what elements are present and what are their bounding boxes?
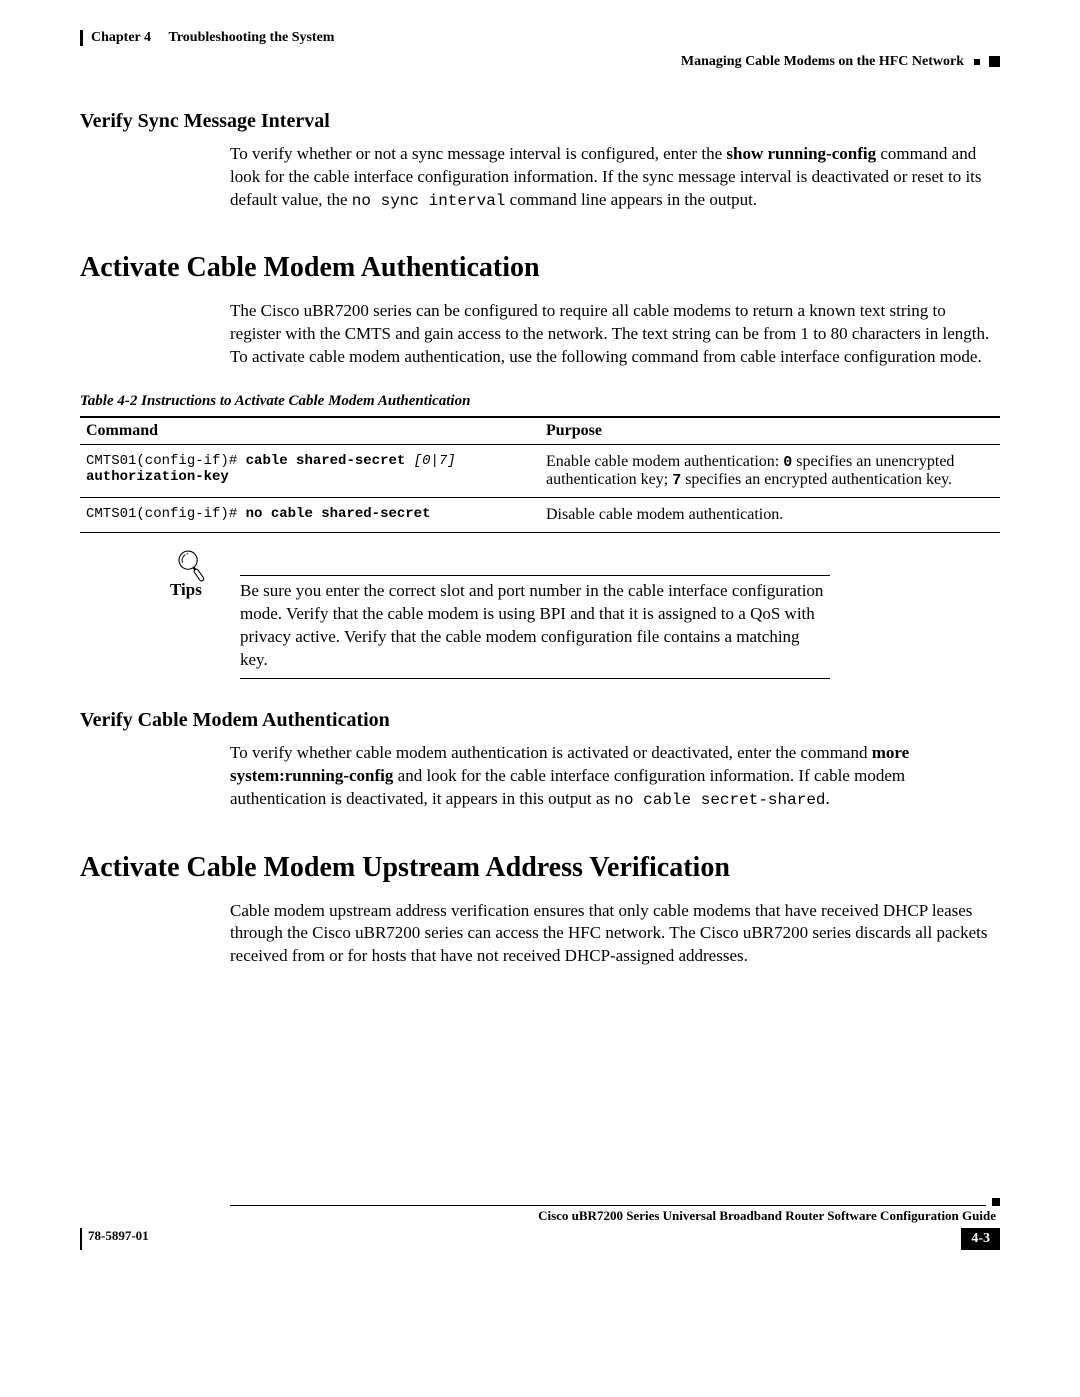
footer-page-number: 4-3 — [961, 1228, 1000, 1250]
chapter-label: Chapter 4 — [91, 30, 151, 45]
para-activate-auth: The Cisco uBR7200 series can be configur… — [230, 300, 1000, 369]
tips-divider — [240, 678, 830, 679]
table-caption: Table 4-2 Instructions to Activate Cable… — [80, 393, 1000, 410]
table-row: CMTS01(config-if)# cable shared-secret [… — [80, 445, 1000, 498]
th-command: Command — [80, 417, 540, 445]
tips-block: 🔎︎ Tips Be sure you enter the correct sl… — [170, 553, 830, 679]
th-purpose: Purpose — [540, 417, 1000, 445]
table-header-row: Command Purpose — [80, 417, 1000, 445]
page-footer: Cisco uBR7200 Series Universal Broadband… — [80, 1198, 1000, 1250]
purpose-cell: Enable cable modem authentication: 0 spe… — [540, 445, 1000, 498]
cmd-cell: CMTS01(config-if)# no cable shared-secre… — [80, 498, 540, 533]
footer-doc-number: 78-5897-01 — [80, 1228, 149, 1250]
heading-activate-auth: Activate Cable Modem Authentication — [80, 252, 1000, 284]
heading-activate-upstream: Activate Cable Modem Upstream Address Ve… — [80, 852, 1000, 884]
table-row: CMTS01(config-if)# no cable shared-secre… — [80, 498, 1000, 533]
mono-no-cable-secret: no cable secret-shared — [614, 791, 825, 809]
command-table: Command Purpose CMTS01(config-if)# cable… — [80, 416, 1000, 533]
para-verify-sync: To verify whether or not a sync message … — [230, 143, 1000, 212]
tips-text: Be sure you enter the correct slot and p… — [240, 580, 830, 672]
para-activate-upstream: Cable modem upstream address verificatio… — [230, 900, 1000, 969]
page-header: Chapter 4 Troubleshooting the System — [80, 30, 1000, 46]
decor-square-icon — [992, 1198, 1000, 1206]
heading-verify-sync: Verify Sync Message Interval — [80, 110, 1000, 133]
chapter-title: Troubleshooting the System — [169, 30, 335, 45]
magnifier-icon: 🔎︎ — [172, 550, 212, 584]
footer-guide-title: Cisco uBR7200 Series Universal Broadband… — [230, 1208, 1000, 1224]
chapter-line: Chapter 4 Troubleshooting the System — [91, 30, 1000, 46]
cmd-show-running-config: show running-config — [726, 144, 876, 163]
heading-verify-auth: Verify Cable Modem Authentication — [80, 709, 1000, 732]
breadcrumb-text: Managing Cable Modems on the HFC Network — [681, 54, 964, 69]
document-page: Chapter 4 Troubleshooting the System Man… — [0, 0, 1080, 1290]
cmd-cell: CMTS01(config-if)# cable shared-secret [… — [80, 445, 540, 498]
decor-small-square-icon — [974, 59, 980, 65]
footer-rule — [230, 1205, 986, 1206]
mono-no-sync-interval: no sync interval — [352, 192, 506, 210]
tips-label: Tips — [170, 580, 240, 672]
decor-square-icon — [989, 56, 1000, 67]
para-verify-auth: To verify whether cable modem authentica… — [230, 742, 1000, 811]
section-breadcrumb: Managing Cable Modems on the HFC Network — [80, 54, 1000, 70]
tips-divider — [240, 575, 830, 576]
purpose-cell: Disable cable modem authentication. — [540, 498, 1000, 533]
